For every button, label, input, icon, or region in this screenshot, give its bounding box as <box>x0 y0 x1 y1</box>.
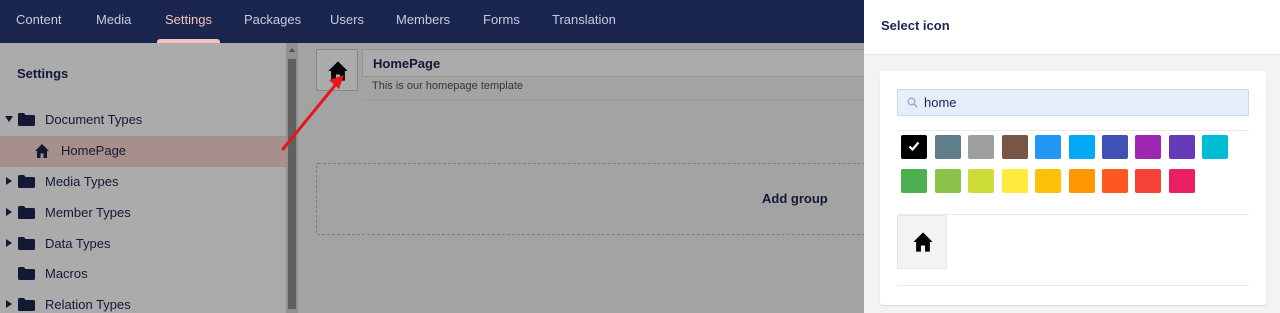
search-icon <box>907 97 918 108</box>
panel-header: Select icon <box>864 0 1280 55</box>
modal-backdrop[interactable] <box>0 43 864 313</box>
icon-picker-card: home <box>880 71 1266 305</box>
panel-title: Select icon <box>881 18 950 33</box>
color-swatch-red[interactable] <box>1135 169 1161 193</box>
color-swatch-green[interactable] <box>901 169 927 193</box>
color-swatch-light-green[interactable] <box>935 169 961 193</box>
home-icon <box>913 232 933 252</box>
color-swatch-deep-orange[interactable] <box>1102 169 1128 193</box>
tab-media[interactable]: Media <box>96 0 131 43</box>
color-swatch-purple[interactable] <box>1135 135 1161 159</box>
divider <box>897 130 1249 131</box>
checkmark-icon <box>908 141 920 152</box>
tab-forms[interactable]: Forms <box>483 0 520 43</box>
divider <box>897 285 1249 286</box>
color-swatch-pink[interactable] <box>1169 169 1195 193</box>
color-swatch-yellow[interactable] <box>1002 169 1028 193</box>
select-icon-panel: Select icon home <box>864 0 1280 313</box>
icon-result-home[interactable] <box>897 215 947 269</box>
search-input[interactable]: home <box>897 89 1249 116</box>
color-swatch-cyan[interactable] <box>1202 135 1228 159</box>
search-value: home <box>924 95 957 110</box>
color-swatch-amber[interactable] <box>1035 169 1061 193</box>
tab-packages[interactable]: Packages <box>244 0 301 43</box>
color-swatch-light-blue[interactable] <box>1069 135 1095 159</box>
tab-settings[interactable]: Settings <box>157 0 220 43</box>
color-swatch-indigo[interactable] <box>1102 135 1128 159</box>
color-swatch-brown[interactable] <box>1002 135 1028 159</box>
tab-members[interactable]: Members <box>396 0 450 43</box>
color-swatch-blue[interactable] <box>1035 135 1061 159</box>
color-swatch-blue-grey[interactable] <box>935 135 961 159</box>
tab-translation[interactable]: Translation <box>552 0 616 43</box>
tab-content[interactable]: Content <box>16 0 62 43</box>
tab-users[interactable]: Users <box>330 0 364 43</box>
color-swatch-lime[interactable] <box>968 169 994 193</box>
color-swatch-deep-purple[interactable] <box>1169 135 1195 159</box>
divider <box>897 214 1249 215</box>
color-swatch-black[interactable] <box>901 135 927 159</box>
color-swatch-orange[interactable] <box>1069 169 1095 193</box>
color-swatch-grey[interactable] <box>968 135 994 159</box>
